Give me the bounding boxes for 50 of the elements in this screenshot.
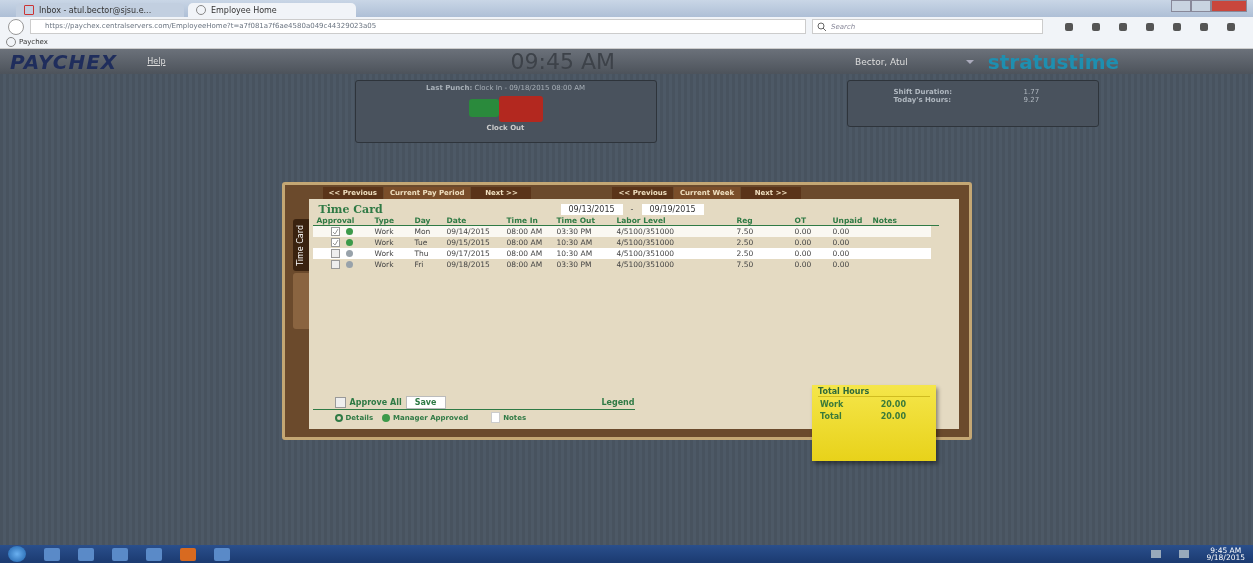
- toolbar-icon[interactable]: [1171, 20, 1183, 33]
- note-value: 20.00: [880, 400, 906, 409]
- toolbar-icon[interactable]: [1225, 20, 1237, 33]
- start-icon[interactable]: [8, 546, 26, 562]
- taskbar-icon[interactable]: [214, 547, 230, 561]
- toolbar-icon[interactable]: [1117, 20, 1129, 33]
- toolbar-icon[interactable]: [1090, 20, 1102, 33]
- browser-tab[interactable]: Inbox - atul.bector@sjsu.e...: [16, 3, 184, 17]
- toolbar-icon[interactable]: [1063, 20, 1075, 33]
- side-tab[interactable]: [292, 273, 309, 329]
- taskbar-icon[interactable]: [78, 547, 94, 561]
- clock-in-icon[interactable]: [468, 99, 499, 117]
- minimize-icon[interactable]: [1171, 0, 1191, 12]
- taskbar-icon[interactable]: [44, 547, 60, 561]
- taskbar-icon[interactable]: [112, 547, 128, 561]
- checkbox[interactable]: [330, 249, 340, 258]
- document-icon: [491, 412, 501, 423]
- toolbar-icon[interactable]: [1198, 20, 1210, 33]
- checkbox[interactable]: [330, 260, 340, 269]
- end-date-field[interactable]: 09/19/2015: [641, 204, 704, 215]
- tray-icon[interactable]: [1150, 550, 1161, 558]
- logo: PAYCHEX: [10, 49, 118, 74]
- user-menu[interactable]: Bector, Atul: [854, 56, 908, 67]
- note-label: Work: [820, 400, 844, 409]
- browser-tab[interactable]: Employee Home: [188, 3, 356, 17]
- search-icon: [817, 21, 827, 32]
- tab-icon: [24, 5, 34, 15]
- approve-all-label: Approve All: [349, 398, 402, 407]
- help-link[interactable]: Help: [147, 57, 166, 66]
- status-icon: [382, 413, 391, 422]
- checkbox[interactable]: [330, 238, 340, 247]
- timecard-title: Time Card: [318, 203, 384, 216]
- maximize-icon[interactable]: [1191, 0, 1211, 12]
- taskbar-icon[interactable]: [146, 547, 162, 561]
- taskbar-icon[interactable]: [180, 547, 196, 561]
- start-date-field[interactable]: 09/13/2015: [560, 204, 623, 215]
- back-icon[interactable]: [8, 18, 24, 35]
- note-title: Total Hours: [818, 387, 930, 397]
- close-icon[interactable]: [1211, 0, 1247, 12]
- side-tab[interactable]: Time Card: [292, 219, 309, 271]
- checkbox[interactable]: [334, 397, 346, 408]
- legend-label: Legend: [601, 398, 635, 407]
- date-separator: -: [630, 205, 634, 214]
- checkbox[interactable]: [330, 227, 340, 236]
- note-value: 20.00: [880, 412, 906, 421]
- save-button[interactable]: Save: [405, 396, 446, 409]
- toolbar-icon[interactable]: [1144, 20, 1156, 33]
- brand-logo: stratustime: [987, 49, 1120, 74]
- note-label: Total: [820, 412, 842, 421]
- tray-icon[interactable]: [1178, 550, 1189, 558]
